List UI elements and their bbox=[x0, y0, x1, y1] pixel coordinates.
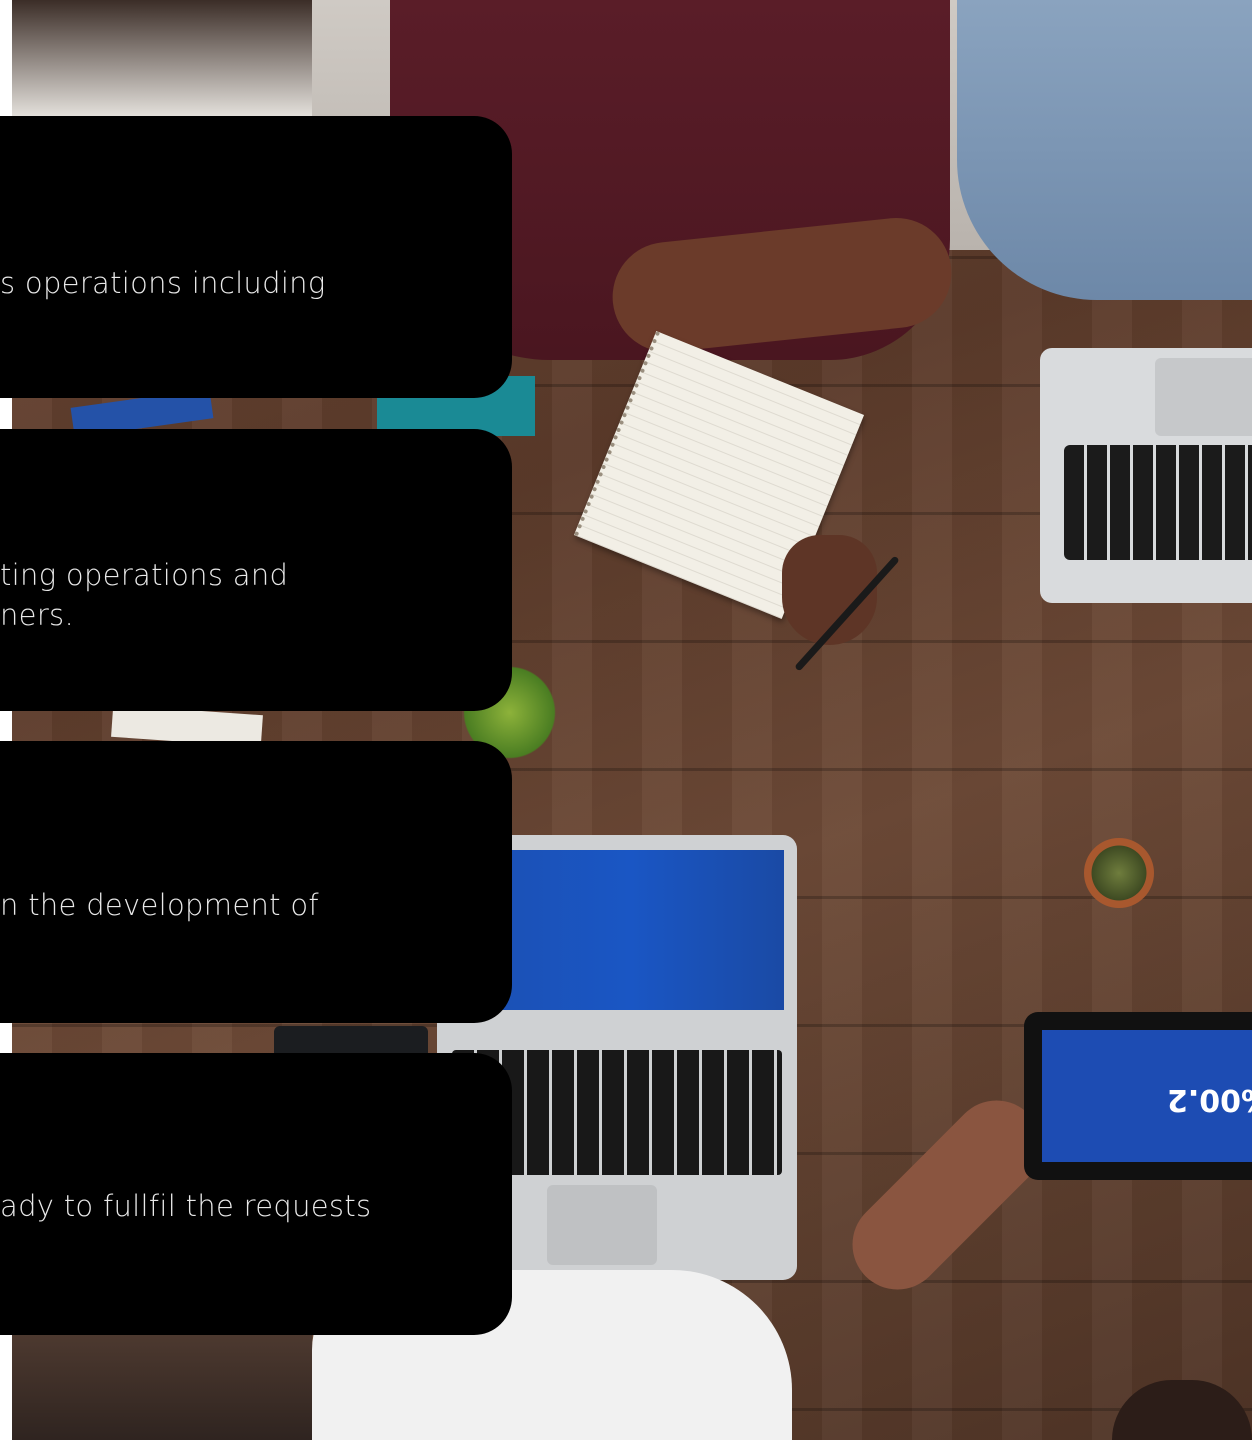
service-card-1-line-1: s operations including bbox=[0, 266, 326, 300]
page: %00.2 s operations including ting operat… bbox=[0, 0, 1252, 1440]
photo-laptop-right-trackpad bbox=[1155, 358, 1252, 436]
service-card-3-line-1: n the development of bbox=[0, 888, 319, 922]
service-card-4-text: ady to fullfil the requests bbox=[0, 1186, 371, 1226]
service-card-3: n the development of bbox=[0, 741, 512, 1023]
photo-tablet-readout: %00.2 bbox=[1167, 1082, 1252, 1117]
service-card-3-text: n the development of bbox=[0, 885, 319, 925]
photo-person-bottom-right bbox=[1112, 1380, 1252, 1440]
service-card-2-text: ting operations and ners. bbox=[0, 555, 288, 635]
service-card-2: ting operations and ners. bbox=[0, 429, 512, 711]
photo-laptop-center-trackpad bbox=[547, 1185, 657, 1265]
service-card-2-line-1: ting operations and bbox=[0, 558, 289, 592]
service-card-4-line-1: ady to fullfil the requests bbox=[0, 1189, 372, 1223]
photo-cactus-pot bbox=[1084, 838, 1154, 908]
photo-person-bottom-left bbox=[12, 1330, 312, 1440]
service-card-1: s operations including bbox=[0, 116, 512, 398]
photo-laptop-right-keyboard bbox=[1064, 445, 1252, 560]
photo-person-blue-shirt bbox=[957, 0, 1252, 300]
service-card-2-line-2: ners. bbox=[0, 598, 74, 632]
service-card-4: ady to fullfil the requests bbox=[0, 1053, 512, 1335]
service-card-1-text: s operations including bbox=[0, 263, 326, 303]
photo-person-top-left bbox=[12, 0, 312, 120]
